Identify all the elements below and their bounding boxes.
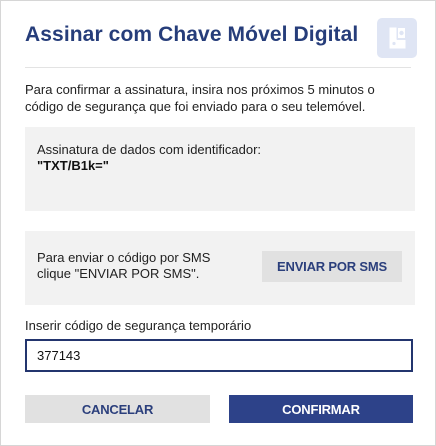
- signature-data-panel: Assinatura de dados com identificador: "…: [25, 127, 415, 211]
- send-sms-button[interactable]: ENVIAR POR SMS: [262, 251, 402, 282]
- security-code-input[interactable]: [25, 339, 413, 372]
- security-code-label: Inserir código de segurança temporário: [25, 318, 252, 333]
- signature-data-label: Assinatura de dados com identificador:: [37, 142, 262, 157]
- instructions-text: Para confirmar a assinatura, insira nos …: [25, 82, 375, 114]
- signature-identifier: "TXT/B1k=": [37, 158, 109, 173]
- sms-panel: Para enviar o código por SMS clique "ENV…: [25, 231, 415, 305]
- chave-movel-digital-icon: [377, 18, 417, 58]
- sms-instructions: Para enviar o código por SMS clique "ENV…: [37, 250, 211, 281]
- confirm-button[interactable]: CONFIRMAR: [229, 395, 413, 423]
- cmd-logo-icon: [389, 27, 406, 49]
- cancel-button[interactable]: CANCELAR: [25, 395, 210, 423]
- signing-dialog: Assinar com Chave Móvel Digital Para con…: [0, 0, 436, 446]
- dialog-title: Assinar com Chave Móvel Digital: [25, 23, 359, 46]
- title-divider: [25, 67, 411, 68]
